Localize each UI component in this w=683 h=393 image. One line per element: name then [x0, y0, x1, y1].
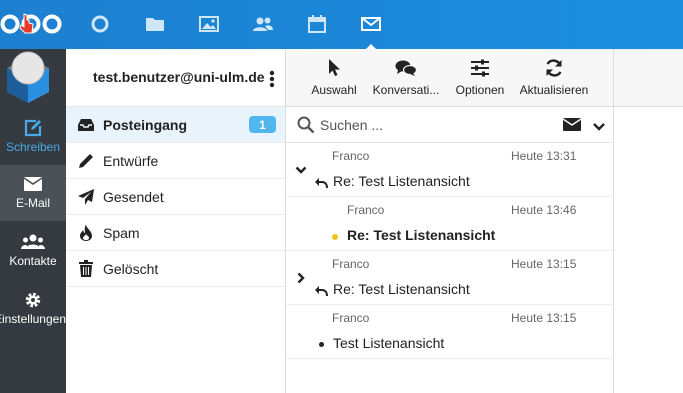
folder-label: Gesendet [103, 189, 164, 205]
reading-pane-header [613, 49, 683, 107]
options-button[interactable]: Optionen [452, 49, 508, 107]
folder-icon[interactable] [143, 12, 167, 36]
message-time: Heute 13:31 [511, 149, 577, 163]
envelope-icon[interactable] [359, 12, 383, 49]
message-row[interactable]: Franco Heute 13:31 Re: Test Listenansich… [286, 143, 613, 197]
cursor-icon [327, 58, 341, 78]
select-button-label: Auswahl [311, 83, 357, 97]
unread-dot-icon [332, 234, 338, 240]
search-input[interactable] [320, 115, 540, 135]
flame-icon [76, 223, 96, 243]
unread-count-badge: 1 [249, 116, 276, 133]
folder-drafts[interactable]: Entwürfe [66, 143, 285, 179]
message-list: Franco Heute 13:31 Re: Test Listenansich… [286, 107, 613, 393]
paper-plane-icon [76, 187, 96, 207]
folder-inbox[interactable]: Posteingang 1 [66, 107, 285, 143]
chat-bubbles-icon [395, 58, 417, 78]
account-header: test.benutzer@uni-ulm.de [66, 49, 286, 107]
message-sender: Franco [332, 311, 370, 325]
conversation-button[interactable]: Konversati... [368, 49, 444, 107]
nav-settings-label: Einstellungen [0, 312, 66, 326]
top-app-bar [0, 0, 683, 49]
image-icon[interactable] [197, 12, 221, 36]
account-email: test.benutzer@uni-ulm.de [93, 69, 265, 85]
pencil-icon [76, 151, 96, 171]
folder-sent[interactable]: Gesendet [66, 179, 285, 215]
message-sender: Franco [332, 149, 370, 163]
message-row[interactable]: Franco Heute 13:15 Test Listenansicht [286, 305, 613, 359]
envelope-icon [23, 174, 43, 194]
search-bar [286, 107, 613, 143]
folder-label: Entwürfe [103, 153, 159, 169]
chevron-right-icon[interactable] [295, 271, 307, 284]
refresh-button[interactable]: Aktualisieren [515, 49, 593, 107]
folder-label: Gelöscht [103, 261, 159, 277]
trash-icon [76, 259, 96, 279]
message-subject: Re: Test Listenansicht [333, 281, 470, 297]
message-time: Heute 13:15 [511, 311, 577, 325]
list-toolbar: Auswahl Konversati... Optionen Aktualisi… [286, 49, 613, 107]
nav-contacts[interactable]: Kontakte [0, 223, 66, 279]
options-button-label: Optionen [455, 83, 505, 97]
gear-icon [24, 290, 42, 310]
chevron-down-icon[interactable] [593, 119, 605, 137]
folder-navigation: test.benutzer@uni-ulm.de Posteingang 1 E… [66, 49, 286, 393]
sliders-icon [470, 58, 490, 78]
nav-mail-label: E-Mail [15, 196, 50, 210]
refresh-button-label: Aktualisieren [519, 83, 589, 97]
message-time: Heute 13:15 [511, 257, 577, 271]
message-sender: Franco [332, 257, 370, 271]
more-vertical-icon[interactable] [269, 69, 275, 89]
message-subject: Re: Test Listenansicht [347, 227, 496, 243]
nav-contacts-label: Kontakte [9, 254, 57, 268]
status-dot-icon [319, 342, 324, 347]
calendar-icon[interactable] [305, 12, 329, 36]
people-icon[interactable] [251, 12, 275, 36]
envelope-filter-icon[interactable] [562, 117, 582, 137]
avatar[interactable] [1, 51, 53, 103]
message-subject: Re: Test Listenansicht [333, 173, 470, 189]
reply-arrow-icon [314, 176, 328, 189]
conversation-button-label: Konversati... [372, 83, 440, 97]
message-subject: Test Listenansicht [333, 335, 445, 351]
refresh-icon [544, 58, 564, 78]
app-logo[interactable] [0, 10, 62, 38]
people-icon [21, 232, 45, 252]
message-sender: Franco [347, 203, 385, 217]
nav-settings[interactable]: Einstellungen [0, 281, 66, 337]
search-icon [297, 116, 315, 139]
select-button[interactable]: Auswahl [309, 49, 359, 107]
message-row[interactable]: Franco Heute 13:15 Re: Test Listenansich… [286, 251, 613, 305]
pencil-square-icon [23, 118, 43, 138]
folder-label: Spam [103, 225, 140, 241]
folder-label: Posteingang [103, 117, 188, 133]
chevron-down-icon[interactable] [295, 163, 307, 175]
app-navigation: Schreiben E-Mail Kontakte Einstellungen [0, 49, 66, 393]
nav-compose-label: Schreiben [5, 140, 61, 154]
folder-spam[interactable]: Spam [66, 215, 285, 251]
dashboard-circle-icon[interactable] [88, 12, 112, 36]
reading-pane [613, 107, 683, 393]
inbox-icon [76, 115, 96, 135]
nav-compose[interactable]: Schreiben [0, 109, 66, 165]
nav-mail[interactable]: E-Mail [0, 165, 66, 221]
message-row[interactable]: Franco Heute 13:46 Re: Test Listenansich… [286, 197, 613, 251]
reply-arrow-icon [314, 284, 328, 297]
folder-trash[interactable]: Gelöscht [66, 251, 285, 287]
message-time: Heute 13:46 [511, 203, 577, 217]
